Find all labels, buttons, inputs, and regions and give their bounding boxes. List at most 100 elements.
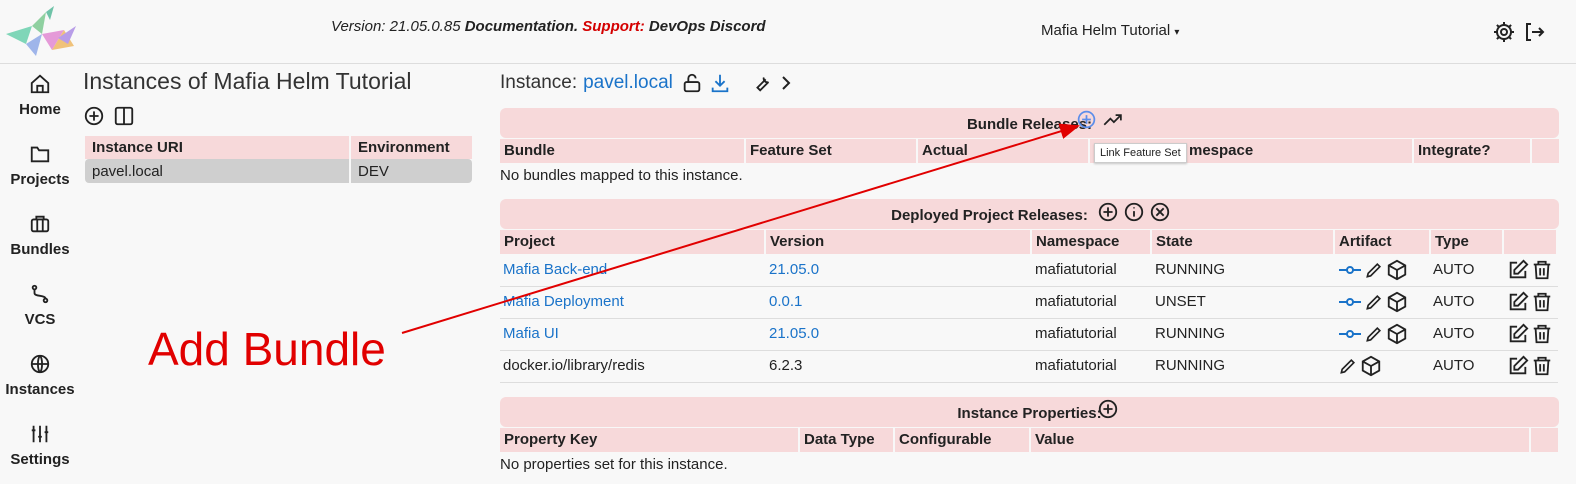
project-selector[interactable]: Mafia Helm Tutorial ▾ — [1041, 22, 1179, 39]
empty-message: No properties set for this instance. — [500, 456, 728, 473]
close-circle-icon[interactable] — [1149, 201, 1171, 223]
unlock-icon[interactable] — [681, 72, 703, 94]
chevron-right-icon[interactable] — [779, 73, 793, 93]
add-circle-icon[interactable] — [83, 105, 105, 127]
edit-icon[interactable] — [1507, 355, 1529, 377]
project-link[interactable]: Mafia Back-end — [503, 261, 607, 278]
download-icon[interactable] — [709, 72, 731, 94]
table-row: Mafia Back-end 21.05.0 mafiatutorial RUN… — [500, 255, 1558, 287]
column-header[interactable]: State — [1152, 230, 1333, 254]
project-link[interactable]: Mafia Deployment — [503, 293, 624, 310]
folder-icon — [30, 146, 50, 163]
add-bundle-icon[interactable] — [1076, 109, 1097, 130]
column-header[interactable]: Actual — [918, 139, 1088, 163]
trash-icon[interactable] — [1531, 259, 1553, 281]
version-link[interactable]: 21.05.0 — [769, 261, 819, 278]
add-property-icon[interactable] — [1097, 398, 1119, 420]
sidebar-item-projects[interactable]: Projects — [0, 143, 80, 188]
briefcase-icon — [30, 215, 50, 233]
column-header[interactable]: Property Key — [500, 428, 798, 452]
column-header[interactable]: Environment — [351, 136, 472, 159]
sidebar-item-bundles[interactable]: Bundles — [0, 213, 80, 258]
column-header[interactable]: Integrate? — [1414, 139, 1530, 163]
discord-link[interactable]: DevOps Discord — [649, 18, 766, 35]
type-cell: AUTO — [1433, 325, 1475, 342]
section-title: Deployed Project Releases: — [891, 207, 1088, 224]
box-icon[interactable] — [1386, 323, 1408, 345]
sliders-icon — [31, 425, 49, 443]
project-link[interactable]: Mafia UI — [503, 325, 559, 342]
version-link[interactable]: 21.05.0 — [769, 325, 819, 342]
trash-icon[interactable] — [1531, 291, 1553, 313]
split-view-icon[interactable] — [113, 105, 135, 127]
sidebar: Home Projects Bundles VCS Instances Sett… — [0, 65, 80, 484]
globe-icon — [30, 354, 50, 374]
commit-icon[interactable] — [1338, 292, 1362, 312]
wrench-icon[interactable] — [751, 72, 773, 94]
column-header[interactable]: Data Type — [800, 428, 893, 452]
column-header[interactable]: Type — [1431, 230, 1502, 254]
logout-icon[interactable] — [1522, 20, 1546, 44]
column-header[interactable]: Feature Set — [746, 139, 916, 163]
section-title: Bundle Releases: — [966, 116, 1093, 133]
instance-uri-cell[interactable]: pavel.local — [85, 159, 349, 183]
commit-icon[interactable] — [1338, 324, 1362, 344]
sidebar-item-label: Bundles — [10, 241, 70, 258]
commit-icon[interactable] — [1338, 260, 1362, 280]
column-header[interactable]: Project — [500, 230, 764, 254]
column-header[interactable]: Bundle — [500, 139, 744, 163]
state-cell: RUNNING — [1155, 325, 1225, 342]
edit-icon[interactable] — [1507, 259, 1529, 281]
column-header[interactable]: Namespace — [1032, 230, 1150, 254]
instances-table: Instance URI Environment pavel.local DEV — [83, 136, 474, 183]
environment-cell: DEV — [351, 159, 472, 183]
caret-down-icon: ▾ — [1174, 27, 1180, 38]
edit-icon[interactable] — [1507, 291, 1529, 313]
table-row: Mafia Deployment 0.0.1 mafiatutorial UNS… — [500, 287, 1558, 319]
sidebar-item-home[interactable]: Home — [0, 73, 80, 118]
gear-icon[interactable] — [1492, 20, 1516, 44]
sidebar-item-settings[interactable]: Settings — [0, 423, 80, 468]
namespace-cell: mafiatutorial — [1035, 357, 1117, 374]
box-icon[interactable] — [1386, 259, 1408, 281]
sidebar-item-label: Instances — [5, 381, 75, 398]
table-row: docker.io/library/redis 6.2.3 mafiatutor… — [500, 351, 1558, 383]
info-icon[interactable] — [1123, 201, 1145, 223]
instance-header: Instance: pavel.local — [500, 72, 793, 94]
instance-properties-bar: Instance Properties: — [500, 397, 1559, 427]
column-header-blank — [1504, 230, 1556, 254]
box-icon[interactable] — [1386, 291, 1408, 313]
pencil-icon[interactable] — [1364, 292, 1384, 312]
add-release-icon[interactable] — [1097, 201, 1119, 223]
column-header[interactable]: Configurable — [895, 428, 1029, 452]
trash-icon[interactable] — [1531, 323, 1553, 345]
column-header[interactable]: Value — [1031, 428, 1529, 452]
column-header[interactable]: Version — [766, 230, 1030, 254]
sidebar-item-instances[interactable]: Instances — [0, 353, 80, 398]
namespace-cell: mafiatutorial — [1035, 261, 1117, 278]
pencil-icon[interactable] — [1364, 324, 1384, 344]
edit-icon[interactable] — [1507, 323, 1529, 345]
pencil-icon[interactable] — [1364, 260, 1384, 280]
properties-header-row: Property Key Data Type Configurable Valu… — [500, 428, 1560, 452]
pencil-icon[interactable] — [1338, 356, 1358, 376]
sidebar-item-label: Home — [19, 101, 61, 118]
table-row[interactable]: pavel.local DEV — [85, 159, 472, 183]
state-cell: UNSET — [1155, 293, 1206, 310]
documentation-link[interactable]: Documentation. — [465, 18, 578, 35]
box-icon[interactable] — [1360, 355, 1382, 377]
namespace-cell: mafiatutorial — [1035, 325, 1117, 342]
instance-uri-link[interactable]: pavel.local — [583, 72, 673, 94]
sidebar-item-vcs[interactable]: VCS — [0, 283, 80, 328]
column-header[interactable]: Instance URI — [85, 136, 349, 159]
column-header[interactable]: Artifact — [1335, 230, 1429, 254]
version-link[interactable]: 0.0.1 — [769, 293, 802, 310]
sidebar-item-label: Projects — [10, 171, 70, 188]
top-bar: Version: 21.05.0.85 Documentation. Suppo… — [0, 0, 1576, 64]
trash-icon[interactable] — [1531, 355, 1553, 377]
trending-up-icon[interactable] — [1101, 109, 1125, 130]
deployed-actions — [1097, 201, 1171, 223]
git-branch-icon — [31, 284, 49, 304]
hummingbird-logo[interactable] — [2, 4, 80, 60]
panel-actions — [83, 105, 475, 127]
